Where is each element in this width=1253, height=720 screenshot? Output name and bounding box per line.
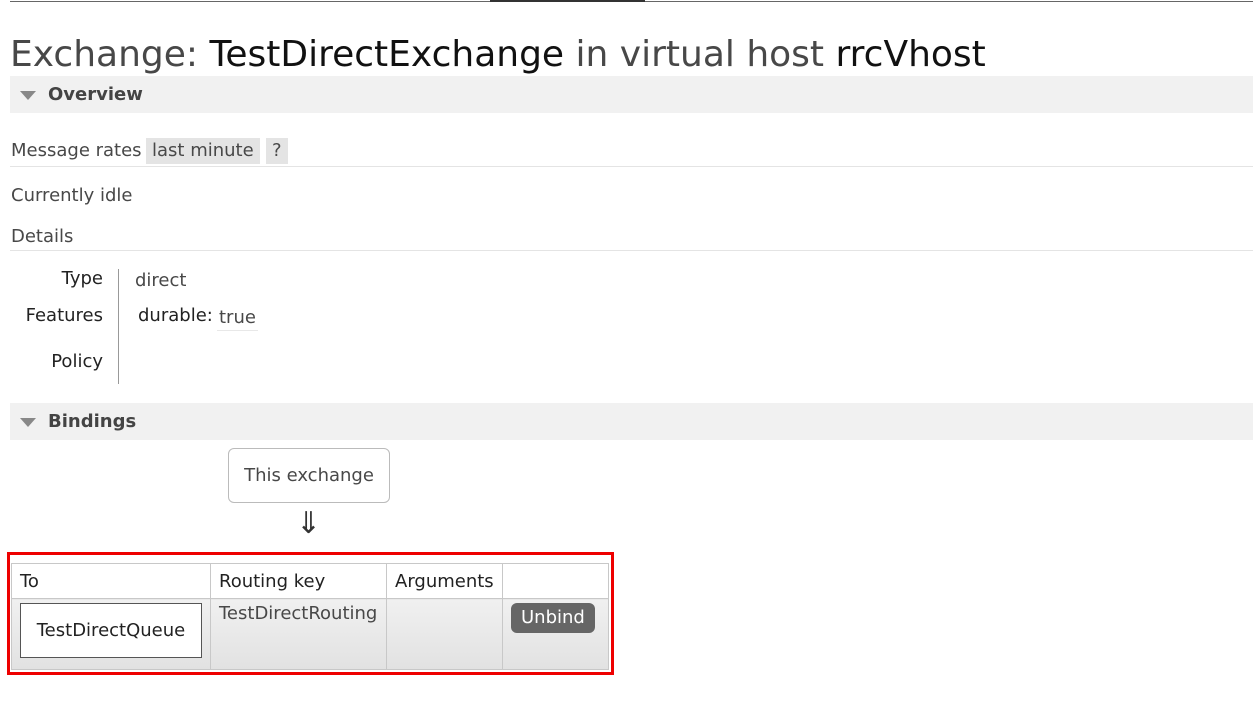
page-title: Exchange: TestDirectExchange in virtual … <box>10 33 986 77</box>
bindings-section-toggle[interactable]: Bindings <box>10 403 1253 440</box>
table-header-row: To Routing key Arguments <box>11 563 609 599</box>
help-button[interactable]: ? <box>266 138 288 164</box>
this-exchange-box: This exchange <box>228 448 390 503</box>
column-header-arguments: Arguments <box>386 563 503 599</box>
table-row: TestDirectQueue TestDirectRouting Unbind <box>11 598 609 670</box>
title-prefix: Exchange: <box>10 34 210 75</box>
durable-key: durable: <box>138 305 213 326</box>
features-label: Features <box>25 305 103 326</box>
column-header-actions <box>502 563 609 599</box>
bindings-table: To Routing key Arguments TestDirectQueue… <box>11 563 609 670</box>
exchange-name: TestDirectExchange <box>209 34 565 75</box>
message-rates-label: Message rates <box>11 140 142 161</box>
to-cell: TestDirectQueue <box>11 598 211 670</box>
type-label: Type <box>61 268 103 289</box>
column-header-to: To <box>11 563 211 599</box>
overview-section-toggle[interactable]: Overview <box>10 76 1253 113</box>
vhost-name: rrcVhost <box>835 34 986 75</box>
page: Exchange: TestDirectExchange in virtual … <box>0 0 1253 720</box>
column-header-routing-key: Routing key <box>210 563 387 599</box>
durable-value: true <box>217 307 258 331</box>
details-header: Details <box>10 224 1253 251</box>
collapse-triangle-icon <box>20 418 36 427</box>
routing-key-cell: TestDirectRouting <box>210 598 387 670</box>
rates-period-selector[interactable]: last minute <box>146 138 260 164</box>
overview-section-label: Overview <box>48 84 143 105</box>
bindings-section-label: Bindings <box>48 411 137 432</box>
idle-status: Currently idle <box>11 185 133 206</box>
policy-label: Policy <box>51 351 103 372</box>
title-middle: in virtual host <box>564 34 836 75</box>
type-value: direct <box>135 270 187 291</box>
down-arrow-icon: ⇓ <box>296 506 322 541</box>
details-label: Details <box>11 226 74 247</box>
message-rates-row: Message rates last minute ? <box>10 138 1253 167</box>
unbind-button[interactable]: Unbind <box>511 603 595 633</box>
active-tab-indicator <box>490 0 645 2</box>
queue-link[interactable]: TestDirectQueue <box>20 603 202 658</box>
collapse-triangle-icon <box>20 91 36 100</box>
arguments-cell <box>386 598 503 670</box>
actions-cell: Unbind <box>502 598 609 670</box>
properties-divider <box>118 269 119 384</box>
